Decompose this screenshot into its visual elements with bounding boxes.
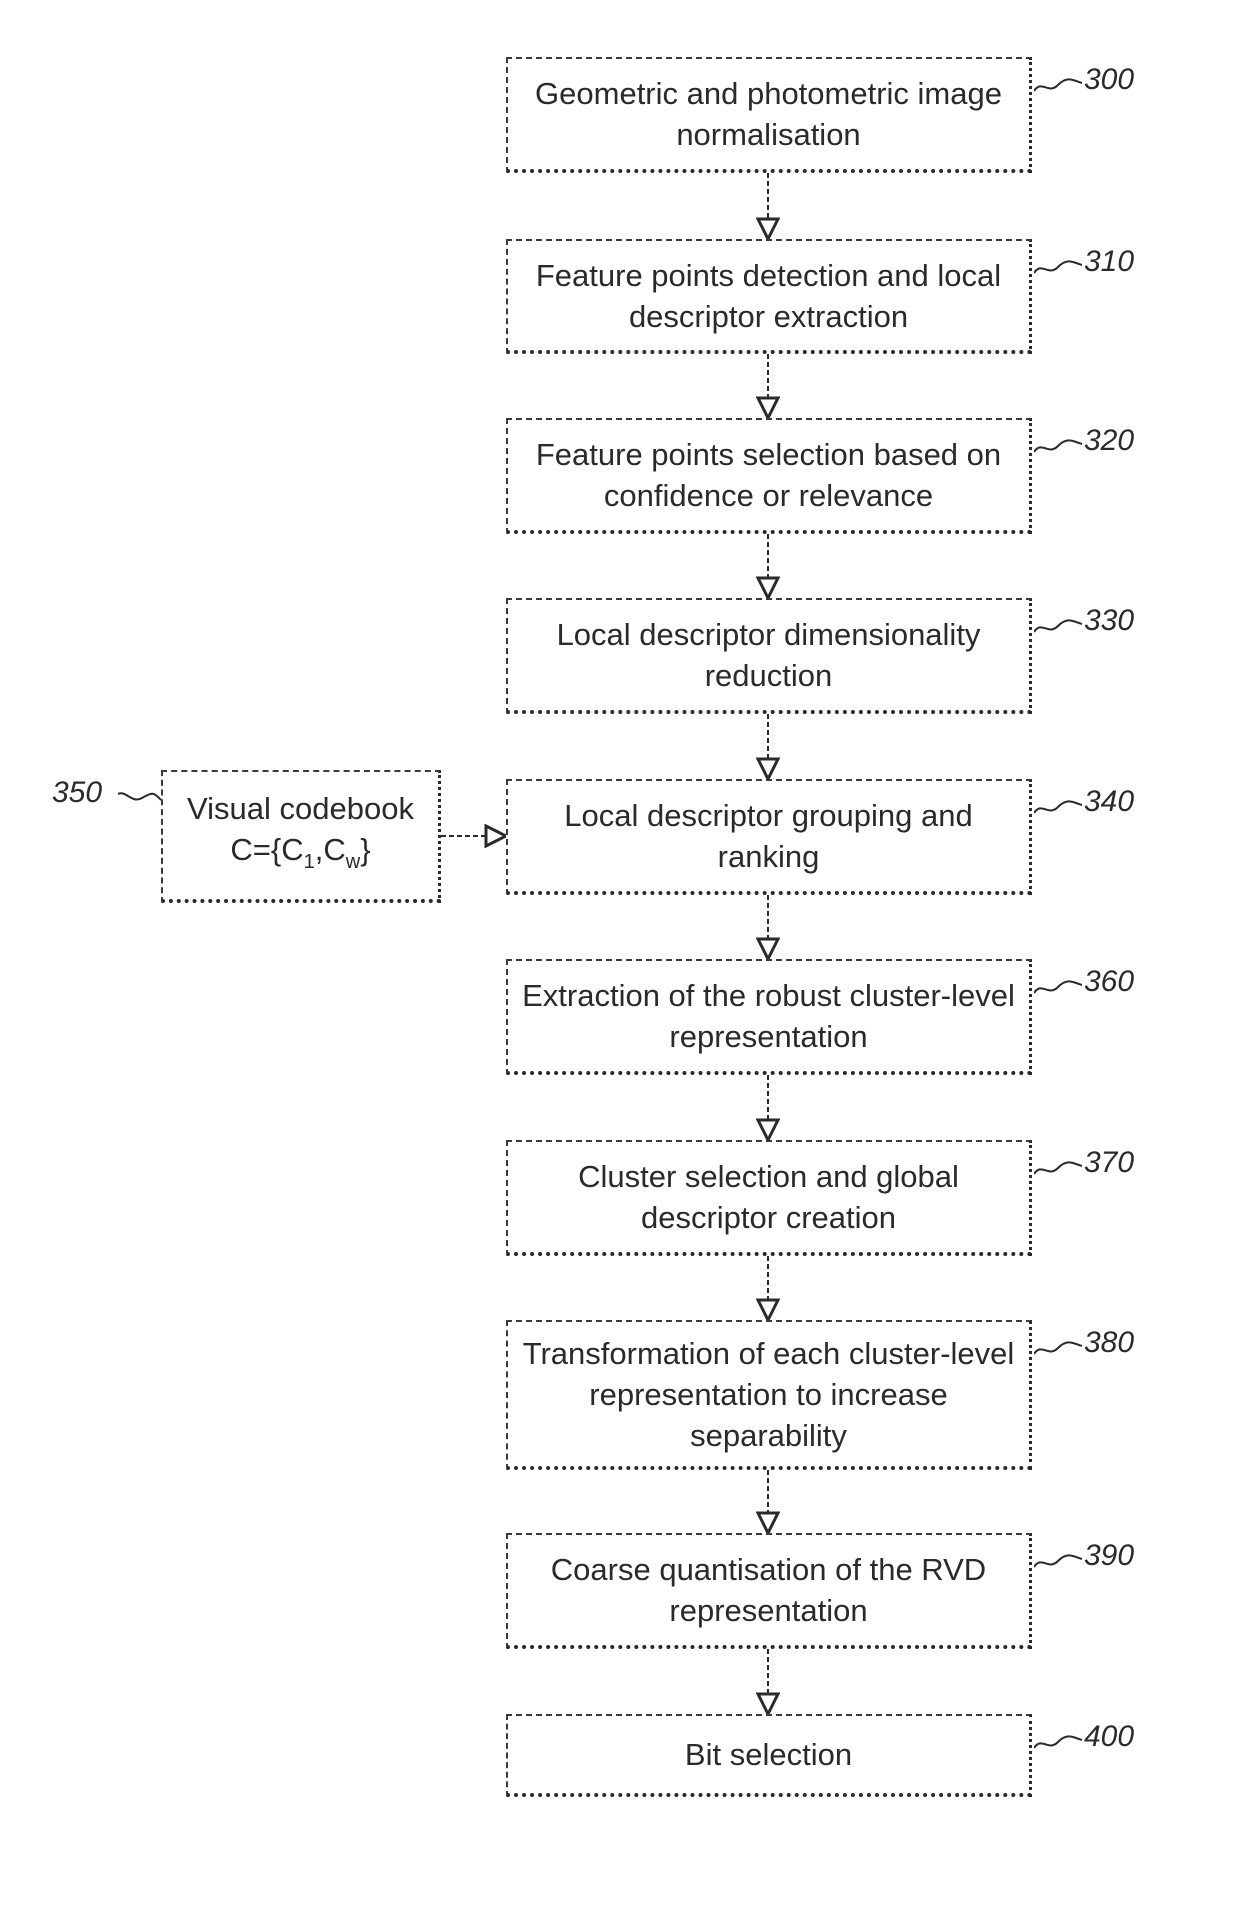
- step-300-box: Geometric and photometric image normalis…: [506, 57, 1032, 173]
- step-310-text: Feature points detection and local descr…: [535, 257, 1002, 334]
- ref-label-360: 360: [1084, 965, 1135, 998]
- step-370-text: Cluster selection and global descriptor …: [578, 1159, 959, 1235]
- ref-label-400: 400: [1084, 1720, 1135, 1753]
- step-400-text: Bit selection: [684, 1737, 853, 1772]
- ref-label-310: 310: [1084, 245, 1135, 278]
- leader-squiggle-350: [118, 792, 162, 801]
- ref-label-330: 330: [1084, 604, 1135, 637]
- step-380-text: Transformation of each cluster-level rep…: [522, 1335, 1015, 1453]
- step-340-text: Local descriptor grouping and ranking: [564, 798, 973, 874]
- leader-squiggle-380: [1034, 1341, 1083, 1355]
- step-360-text: Extraction of the robust cluster-level r…: [522, 978, 1015, 1054]
- visual-codebook-box: Visual codebook C={C1,Cw}: [161, 770, 441, 903]
- step-310-box: Feature points detection and local descr…: [506, 239, 1032, 354]
- step-400-box: Bit selection: [506, 1714, 1032, 1797]
- step-300-text: Geometric and photometric image normalis…: [535, 76, 1002, 152]
- step-330-text: Local descriptor dimensionality reductio…: [556, 617, 981, 693]
- ref-label-370: 370: [1084, 1146, 1135, 1179]
- leader-squiggle-320: [1034, 439, 1083, 453]
- step-370-box: Cluster selection and global descriptor …: [506, 1140, 1032, 1256]
- step-330-box: Local descriptor dimensionality reductio…: [506, 598, 1032, 714]
- leader-squiggle-310: [1034, 260, 1083, 274]
- leader-squiggle-400: [1034, 1735, 1083, 1749]
- leader-squiggle-370: [1034, 1161, 1083, 1175]
- step-390-box: Coarse quantisation of the RVD represent…: [506, 1533, 1032, 1649]
- ref-label-380: 380: [1084, 1326, 1135, 1359]
- step-380-box: Transformation of each cluster-level rep…: [506, 1320, 1032, 1470]
- step-340-box: Local descriptor grouping and ranking: [506, 779, 1032, 895]
- leader-squiggle-300: [1034, 78, 1083, 92]
- leader-squiggle-330: [1034, 619, 1083, 633]
- step-360-box: Extraction of the robust cluster-level r…: [506, 959, 1032, 1075]
- ref-label-340: 340: [1084, 785, 1135, 818]
- visual-codebook-formula: C={C1,Cw}: [230, 832, 371, 873]
- step-390-text: Coarse quantisation of the RVD represent…: [550, 1552, 987, 1628]
- leader-squiggle-360: [1034, 980, 1083, 994]
- leader-squiggle-390: [1034, 1554, 1083, 1568]
- ref-label-320: 320: [1084, 424, 1135, 457]
- step-320-box: Feature points selection based on confid…: [506, 418, 1032, 534]
- ref-label-390: 390: [1084, 1539, 1135, 1572]
- ref-label-300: 300: [1084, 63, 1135, 96]
- step-320-text: Feature points selection based on confid…: [535, 437, 1002, 513]
- visual-codebook-title: Visual codebook: [187, 791, 414, 826]
- leader-squiggle-340: [1034, 800, 1083, 814]
- ref-label-350: 350: [52, 776, 103, 809]
